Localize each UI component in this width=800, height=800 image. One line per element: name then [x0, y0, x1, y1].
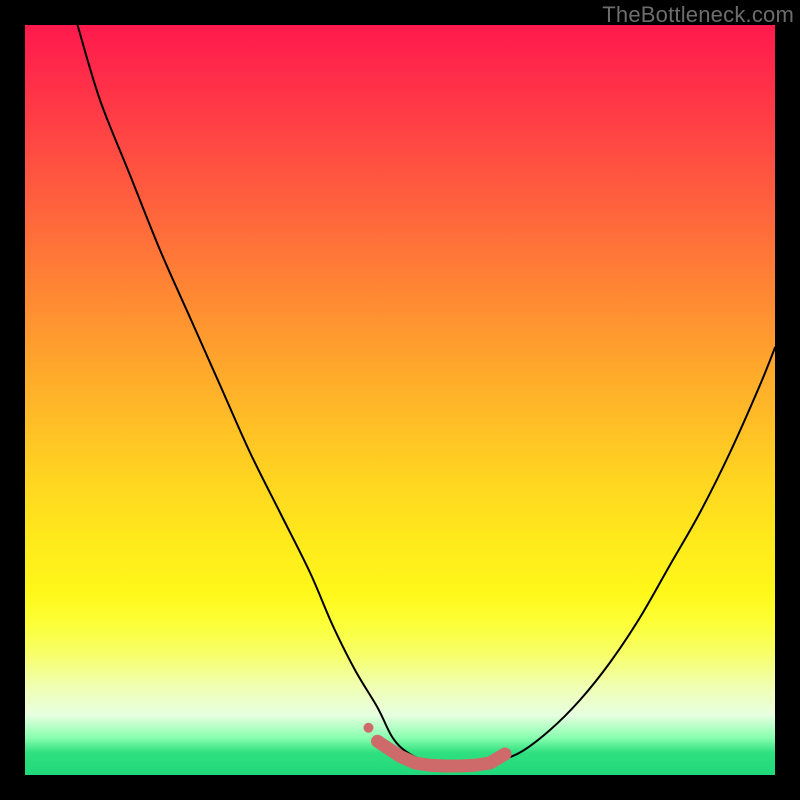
- curve-svg: [25, 25, 775, 775]
- fit-region-line: [378, 741, 506, 766]
- fit-region-markers: [364, 723, 506, 766]
- chart-frame: TheBottleneck.com: [0, 0, 800, 800]
- bottleneck-curve-path: [78, 25, 776, 768]
- fit-region-start-dot: [364, 723, 374, 733]
- plot-area: [25, 25, 775, 775]
